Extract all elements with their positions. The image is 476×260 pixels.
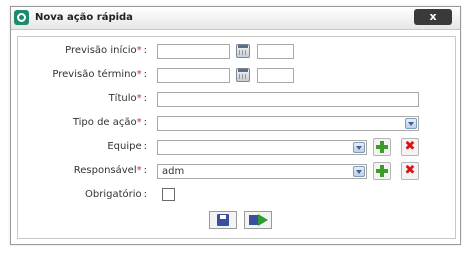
add-icon: [376, 165, 388, 177]
save-icon: [217, 214, 229, 226]
chevron-down-icon[interactable]: [405, 118, 417, 129]
save-and-exit-button[interactable]: [244, 211, 272, 229]
save-and-continue-icon: [249, 214, 269, 226]
responsavel-label: Responsável*:: [73, 165, 147, 176]
chevron-down-icon[interactable]: [353, 142, 365, 153]
dialog-titlebar: Nova ação rápida x: [11, 7, 460, 30]
add-equipe-button[interactable]: [373, 138, 391, 156]
save-button[interactable]: [209, 211, 237, 229]
titulo-label: Título*:: [108, 93, 147, 104]
titulo-input[interactable]: [157, 92, 419, 107]
tipo-acao-select[interactable]: [157, 116, 419, 131]
delete-icon: ✖: [404, 139, 416, 154]
add-icon: [376, 141, 388, 153]
equipe-label: Equipe:: [107, 141, 147, 152]
calendar-icon[interactable]: [236, 68, 250, 82]
chevron-down-icon[interactable]: [353, 166, 365, 177]
remove-responsavel-button[interactable]: ✖: [401, 162, 419, 180]
remove-equipe-button[interactable]: ✖: [401, 138, 419, 156]
tipo-acao-label: Tipo de ação*:: [72, 117, 147, 128]
previsao-termino-time-input[interactable]: [257, 68, 294, 83]
equipe-select[interactable]: [157, 140, 367, 155]
obrigatorio-label: Obrigatório:: [84, 189, 147, 200]
responsavel-select[interactable]: adm: [157, 164, 367, 179]
close-button[interactable]: x: [414, 9, 452, 25]
obrigatorio-checkbox[interactable]: [162, 188, 175, 201]
previsao-inicio-label: Previsão início*:: [65, 45, 147, 56]
dialog-title: Nova ação rápida: [35, 12, 133, 23]
form-panel: Previsão início*: Previsão término*: Tít…: [17, 36, 456, 239]
previsao-inicio-time-input[interactable]: [257, 44, 294, 59]
previsao-termino-label: Previsão término*:: [52, 69, 147, 80]
delete-icon: ✖: [404, 163, 416, 178]
app-logo-icon: [14, 10, 29, 25]
previsao-inicio-date-input[interactable]: [157, 44, 230, 59]
quick-action-dialog: Nova ação rápida x Previsão início*: Pre…: [10, 6, 461, 245]
previsao-termino-date-input[interactable]: [157, 68, 230, 83]
calendar-icon[interactable]: [236, 44, 250, 58]
add-responsavel-button[interactable]: [373, 162, 391, 180]
